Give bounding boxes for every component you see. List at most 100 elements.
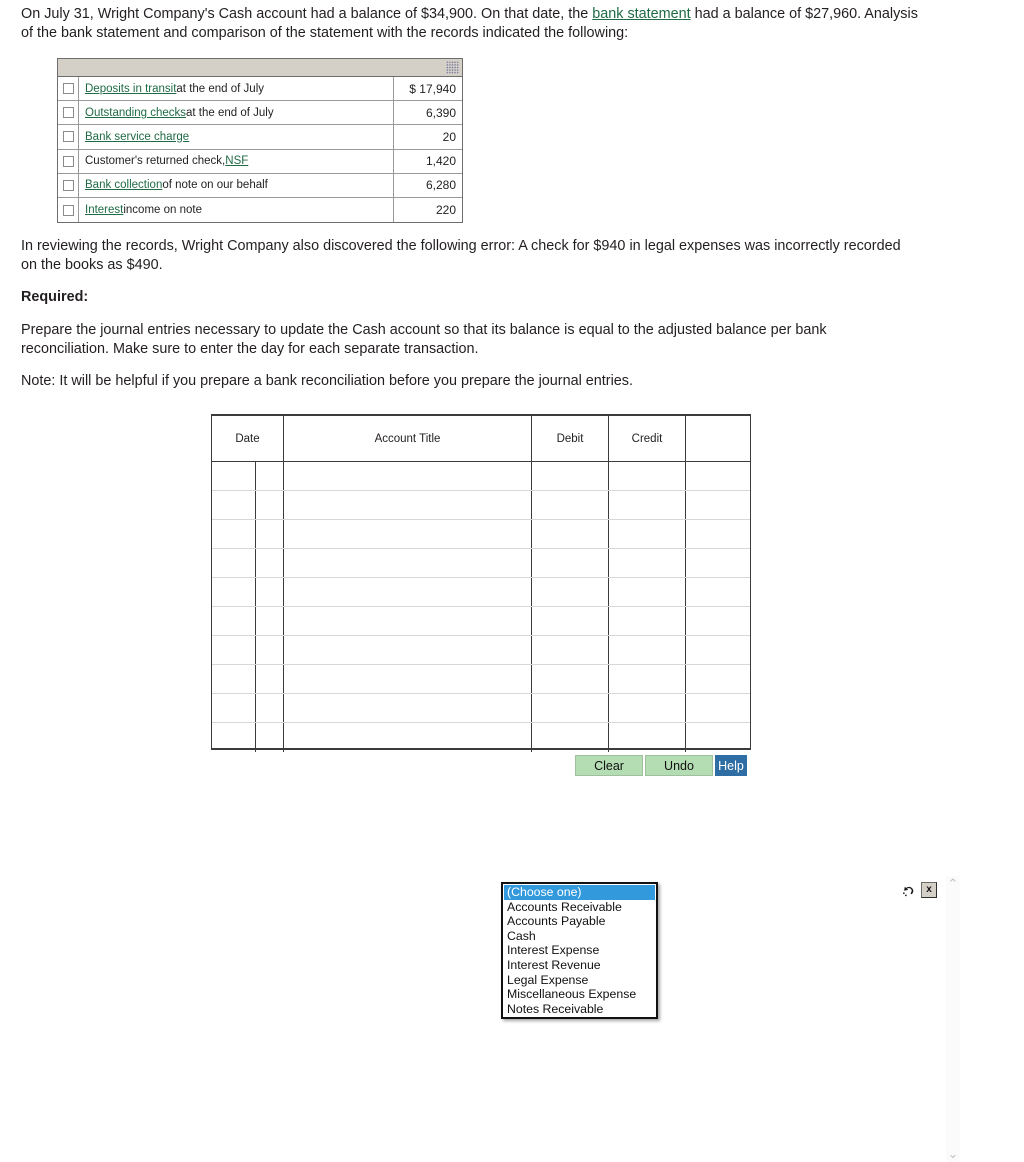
journal-cell-credit[interactable]	[609, 491, 686, 519]
journal-cell-debit[interactable]	[532, 636, 609, 664]
journal-cell-date-month[interactable]	[212, 723, 256, 752]
journal-cell-debit[interactable]	[532, 491, 609, 519]
journal-cell-debit[interactable]	[532, 549, 609, 577]
row-checkbox[interactable]	[62, 131, 74, 143]
glossary-link[interactable]: Interest	[85, 204, 123, 216]
column-header-credit: Credit	[609, 416, 686, 461]
row-checkbox[interactable]	[62, 179, 74, 191]
journal-cell-credit[interactable]	[609, 665, 686, 693]
journal-cell-account-title[interactable]	[284, 607, 532, 635]
journal-row	[212, 607, 750, 636]
glossary-link[interactable]: Bank service charge	[85, 131, 189, 143]
dropdown-option[interactable]: Accounts Receivable	[504, 900, 655, 915]
journal-cell-date-month[interactable]	[212, 665, 256, 693]
row-checkbox[interactable]	[62, 155, 74, 167]
journal-cell-date-month[interactable]	[212, 636, 256, 664]
column-header-account-title: Account Title	[284, 416, 532, 461]
journal-cell-date-day[interactable]	[256, 462, 284, 490]
account-title-dropdown-list[interactable]: (Choose one) Accounts Receivable Accounts …	[501, 882, 658, 1020]
scroll-up-arrow-icon[interactable]: ⌃	[946, 877, 960, 890]
journal-cell-credit[interactable]	[609, 636, 686, 664]
journal-cell-date-day[interactable]	[256, 607, 284, 635]
row-checkbox[interactable]	[62, 107, 74, 119]
journal-cell-date-day[interactable]	[256, 723, 284, 752]
glossary-link[interactable]: Bank collection	[85, 179, 162, 191]
journal-cell-credit[interactable]	[609, 578, 686, 606]
bank-statement-link[interactable]: bank statement	[592, 6, 690, 22]
journal-cell-debit[interactable]	[532, 462, 609, 490]
journal-entry-worksheet: Date Account Title Debit Credit (Choose …	[211, 414, 960, 1162]
dropdown-option[interactable]: Miscellaneous Expense	[504, 987, 655, 1002]
row-checkbox-cell[interactable]	[58, 149, 79, 173]
dropdown-option[interactable]: Cash	[504, 929, 655, 944]
table-row: Bank service charge 20	[58, 125, 462, 150]
help-button[interactable]: Help	[715, 755, 747, 776]
journal-cell-date-month[interactable]	[212, 520, 256, 548]
journal-cell-debit[interactable]	[532, 607, 609, 635]
row-checkbox-cell[interactable]	[58, 125, 79, 149]
journal-cell-date-day[interactable]	[256, 549, 284, 577]
journal-cell-date-month[interactable]	[212, 491, 256, 519]
journal-cell-tools	[686, 607, 750, 635]
journal-cell-credit[interactable]	[609, 723, 686, 752]
journal-cell-account-title[interactable]	[284, 549, 532, 577]
journal-cell-date-day[interactable]	[256, 665, 284, 693]
row-label-rest: income on note	[123, 204, 202, 217]
journal-cell-account-title[interactable]	[284, 491, 532, 519]
journal-cell-debit[interactable]	[532, 520, 609, 548]
journal-cell-account-title[interactable]	[284, 694, 532, 722]
dropdown-option[interactable]: Notes Receivable	[504, 1002, 655, 1017]
journal-cell-debit[interactable]	[532, 723, 609, 752]
journal-cell-account-title[interactable]	[284, 462, 532, 490]
column-header-date: Date	[212, 416, 284, 461]
journal-cell-credit[interactable]	[609, 607, 686, 635]
journal-cell-date-month[interactable]	[212, 578, 256, 606]
journal-cell-credit[interactable]	[609, 549, 686, 577]
journal-cell-date-month[interactable]	[212, 694, 256, 722]
row-checkbox-cell[interactable]	[58, 197, 79, 223]
clear-button[interactable]: Clear	[575, 755, 643, 776]
glossary-link[interactable]: Deposits in transit	[85, 83, 176, 95]
journal-cell-credit[interactable]	[609, 694, 686, 722]
row-checkbox-cell[interactable]	[58, 101, 79, 125]
row-label-rest: at the end of July	[186, 106, 274, 119]
journal-cell-account-title[interactable]	[284, 665, 532, 693]
undo-button[interactable]: Undo	[645, 755, 713, 776]
row-checkbox-cell[interactable]	[58, 77, 79, 101]
journal-cell-date-day[interactable]	[256, 578, 284, 606]
row-checkbox-cell[interactable]	[58, 173, 79, 197]
dropdown-option[interactable]: Accounts Payable	[504, 914, 655, 929]
journal-cell-account-title[interactable]	[284, 723, 532, 752]
dropdown-option[interactable]: Interest Expense	[504, 943, 655, 958]
journal-cell-debit[interactable]	[532, 694, 609, 722]
resize-grip-icon[interactable]	[446, 61, 459, 74]
delete-row-button[interactable]: x	[921, 882, 937, 898]
journal-cell-debit[interactable]	[532, 665, 609, 693]
journal-cell-debit[interactable]	[532, 578, 609, 606]
journal-cell-date-day[interactable]	[256, 520, 284, 548]
column-header-tools	[686, 416, 750, 461]
journal-scrollbar[interactable]: ⌃ ⌄	[946, 876, 960, 1162]
dropdown-option[interactable]: Interest Revenue	[504, 958, 655, 973]
row-amount: 20	[442, 129, 456, 144]
journal-cell-date-day[interactable]	[256, 694, 284, 722]
glossary-link[interactable]: NSF	[225, 155, 248, 167]
journal-cell-date-month[interactable]	[212, 462, 256, 490]
row-checkbox[interactable]	[62, 83, 74, 95]
journal-cell-account-title[interactable]	[284, 578, 532, 606]
row-checkbox[interactable]	[62, 204, 74, 216]
journal-cell-account-title[interactable]	[284, 520, 532, 548]
journal-cell-date-day[interactable]	[256, 491, 284, 519]
row-label-cell: Bank service charge	[79, 125, 394, 149]
dropdown-option[interactable]: (Choose one)	[504, 885, 655, 900]
journal-cell-credit[interactable]	[609, 520, 686, 548]
glossary-link[interactable]: Outstanding checks	[85, 107, 186, 119]
journal-cell-date-month[interactable]	[212, 549, 256, 577]
journal-cell-account-title[interactable]	[284, 636, 532, 664]
journal-cell-date-month[interactable]	[212, 607, 256, 635]
dropdown-option[interactable]: Legal Expense	[504, 973, 655, 988]
journal-cell-date-day[interactable]	[256, 636, 284, 664]
journal-cell-credit[interactable]	[609, 462, 686, 490]
scroll-down-arrow-icon[interactable]: ⌄	[946, 1147, 960, 1160]
undo-arrow-icon[interactable]	[901, 883, 916, 897]
